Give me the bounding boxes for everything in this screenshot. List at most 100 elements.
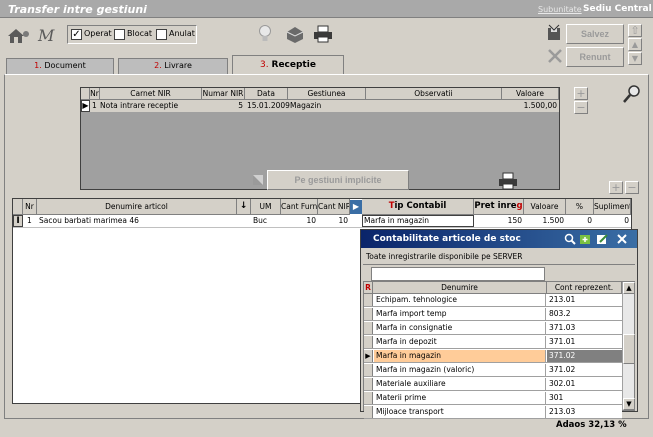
nir-header-carnet[interactable]: Carnet NIR	[100, 88, 202, 100]
popup-cell-cont: 213.01	[549, 295, 576, 304]
popup-add-icon[interactable]	[579, 233, 591, 245]
list-item[interactable]: Materii prime 301	[364, 392, 622, 405]
nir-add-button[interactable]: +	[574, 87, 588, 100]
nir-indicator-header	[81, 88, 90, 100]
nav-down-small-button[interactable]: ▼	[628, 52, 642, 65]
art-header-procent[interactable]: %	[566, 199, 594, 215]
scroll-up-button[interactable]: ▲	[623, 282, 635, 294]
printer-icon[interactable]	[313, 25, 333, 43]
articles-remove-button[interactable]: −	[625, 181, 639, 194]
art-cell-procent: 0	[587, 216, 592, 225]
art-header-supliment[interactable]: Supliment	[594, 199, 631, 215]
scroll-thumb[interactable]	[623, 334, 635, 364]
table-row[interactable]: I 1 Sacou barbati marimea 46 Buc 10 10 M…	[13, 215, 631, 228]
tab-receptie[interactable]: 3. Receptie	[232, 55, 344, 75]
art-header-tip-contabil[interactable]: Tip Contabil	[362, 199, 474, 215]
nir-header-valoare[interactable]: Valoare	[502, 88, 559, 100]
tip-contabil-dropdown-button[interactable]: ▶	[350, 200, 362, 214]
art-cell-denumire: Sacou barbati marimea 46	[39, 216, 139, 225]
tab-receptie-number: 3.	[260, 60, 269, 70]
list-item[interactable]: Marfa in consignatie 371.03	[364, 322, 622, 335]
nir-cell-valoare: 1.500,00	[523, 101, 557, 110]
operat-checkbox[interactable]: ✓	[71, 29, 82, 40]
list-item[interactable]: Marfa in magazin (valoric) 371.02	[364, 364, 622, 377]
art-cell-um: Buc	[253, 216, 268, 225]
art-cell-cant-nir: 10	[338, 216, 348, 225]
popup-search-icon[interactable]	[564, 233, 576, 245]
art-header-denumire[interactable]: Denumire articol	[37, 199, 237, 215]
nav-up-button[interactable]: ⇧	[628, 24, 642, 37]
lightbulb-icon[interactable]	[258, 24, 272, 44]
art-cell-supliment: 0	[624, 216, 629, 225]
popup-filter-input[interactable]	[371, 267, 545, 281]
list-item[interactable]: Materiale auxiliare 302.01	[364, 378, 622, 391]
art-header-pret[interactable]: Pret inreg	[474, 199, 524, 215]
row-indicator	[364, 406, 373, 418]
tab-document-label: Document	[44, 61, 86, 70]
list-item[interactable]: Marfa in depozit 371.01	[364, 336, 622, 349]
nir-header-data[interactable]: Data	[245, 88, 288, 100]
tab-document[interactable]: 1. Document	[6, 58, 114, 74]
nir-cell-nr: 1	[92, 101, 97, 110]
subunit-label[interactable]: Subunitate	[538, 5, 582, 14]
nir-header-numar[interactable]: Numar NIR	[202, 88, 245, 100]
table-row[interactable]: ▶ 1 Nota intrare receptie 5 15.01.2009 M…	[81, 100, 559, 112]
anulat-checkbox[interactable]	[156, 29, 167, 40]
popup-close-icon[interactable]	[616, 233, 628, 245]
popup-cell-denumire: Materiale auxiliare	[374, 378, 546, 390]
art-cell-nr: 1	[27, 216, 32, 225]
articles-add-button[interactable]: +	[609, 181, 623, 194]
popup-scrollbar[interactable]: ▲ ▼	[622, 282, 635, 410]
row-indicator	[364, 308, 373, 320]
popup-subtitle: Toate inregistrarile disponibile pe SERV…	[366, 252, 523, 261]
popup-title: Contabilitate articole de stoc	[373, 234, 521, 244]
art-sort-button[interactable]: ↓	[237, 199, 251, 215]
list-item[interactable]: ▶ Marfa in magazin 371.02	[364, 350, 622, 363]
popup-cell-cont: 371.01	[549, 337, 576, 346]
art-cell-pret: 150	[507, 216, 522, 225]
popup-cell-cont: 371.02	[547, 350, 622, 362]
nir-header-nr[interactable]: Nr	[90, 88, 100, 100]
home-icon[interactable]	[6, 26, 30, 44]
list-item[interactable]: Marfa import temp 803.2	[364, 308, 622, 321]
row-indicator	[364, 322, 373, 334]
popup-cell-denumire: Marfa in consignatie	[374, 322, 546, 334]
adaos-status: Adaos 32,13 %	[556, 420, 627, 430]
art-cell-tip-contabil[interactable]: Marfa in magazin	[362, 215, 474, 227]
adaos-value: 32,13 %	[588, 420, 627, 430]
list-item[interactable]: Echipam. tehnologice 213.01	[364, 294, 622, 307]
cancel-button[interactable]: Renunt	[566, 47, 624, 67]
tab-livrare[interactable]: 2. Livrare	[118, 58, 228, 74]
print-setup-icon[interactable]	[285, 24, 305, 44]
blocat-checkbox[interactable]	[114, 29, 125, 40]
contabilitate-popup: Contabilitate articole de stoc Toate inr…	[360, 229, 638, 419]
nir-cell-carnet: Nota intrare receptie	[100, 101, 179, 110]
row-indicator: ▶	[364, 350, 373, 362]
nir-header-observatii[interactable]: Observatii	[366, 88, 502, 100]
art-header-um[interactable]: UM	[251, 199, 281, 215]
list-item[interactable]: Mijloace transport 213.03	[364, 406, 622, 419]
popup-cell-cont: 301	[549, 393, 564, 402]
save-button[interactable]: Salvez	[566, 24, 624, 44]
art-cell-valoare: 1.500	[542, 216, 564, 225]
popup-indicator-header: R	[364, 282, 373, 294]
scroll-down-button[interactable]: ▼	[623, 398, 635, 410]
search-icon[interactable]	[622, 84, 642, 104]
implicit-gestiuni-button[interactable]: Pe gestiuni implicite	[267, 170, 409, 190]
popup-edit-icon[interactable]	[596, 233, 608, 245]
nav-up-small-button[interactable]: ▲	[628, 38, 642, 51]
art-header-valoare[interactable]: Valoare	[524, 199, 566, 215]
nir-remove-button[interactable]: −	[574, 101, 588, 114]
articles-indicator-header	[13, 199, 23, 215]
art-header-cant-nir[interactable]: Cant NIR	[318, 199, 350, 215]
popup-header-cont[interactable]: Cont reprezent.	[547, 282, 622, 294]
popup-cell-denumire: Marfa in magazin	[374, 350, 546, 362]
subunit-value: Sediu Central	[583, 4, 652, 14]
art-header-nr[interactable]: Nr	[23, 199, 37, 215]
print-articles-icon[interactable]	[498, 172, 518, 190]
popup-header-denumire[interactable]: Denumire	[373, 282, 547, 294]
art-header-cant-furn[interactable]: Cant Furn	[281, 199, 318, 215]
nir-header-gestiunea[interactable]: Gestiunea	[288, 88, 366, 100]
m-icon[interactable]: M	[38, 26, 56, 45]
row-indicator	[364, 378, 373, 390]
